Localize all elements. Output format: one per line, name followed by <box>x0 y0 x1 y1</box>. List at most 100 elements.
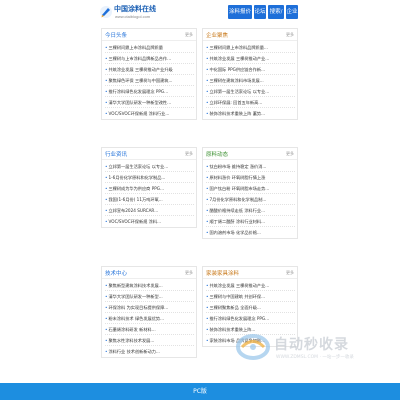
news-item[interactable]: •中化国际 PPG供应链合作新... <box>206 64 295 75</box>
news-item[interactable]: •原材料涨价 环氧树脂行情上涨 <box>206 172 295 183</box>
news-title: 立邦环保展: 回首五年新高... <box>209 100 263 105</box>
panel-title: 技术中心 <box>105 271 128 277</box>
news-list: •三棵树问鼎上市涂料品牌质量 •三棵树与上市涂料品牌新品合作... •共筑涂业发… <box>102 41 196 119</box>
news-item[interactable]: •推行涂料绿色化发展理念 PPG... <box>206 313 295 324</box>
news-item[interactable]: •国内溶剂市场 化学品价格... <box>206 227 295 238</box>
news-title: 推行涂料绿色化发展理念 PPG... <box>108 89 169 94</box>
news-title: VOC/SVOC环保新规 涂料... <box>108 219 162 224</box>
news-title: 粉末涂料技术 绿色发展优势... <box>108 316 165 321</box>
news-item[interactable]: •三棵树问鼎上市涂料品牌质量 <box>105 42 194 53</box>
watermark-subtitle: WWW.ZDMSL.COM · 一站一步一收录 <box>276 355 354 360</box>
news-title: 顺丁烯二酸酐 涂料行业材料... <box>209 219 266 224</box>
news-title: 清华大学团队研发一种新型... <box>108 294 163 299</box>
news-list: •立邦第一届生活家论坛 以专业... •1-6月份化学原料和化学制品... •三… <box>102 160 196 227</box>
news-item[interactable]: •聚焦绿色环保 三棵树与中国建筑... <box>105 75 194 86</box>
more-link[interactable]: 更多 <box>185 151 193 157</box>
news-title: VOC/SVOC环保新规 涂料行业... <box>108 111 170 116</box>
news-title: 立邦宣布2024 SURCAR... <box>108 208 159 213</box>
news-item[interactable]: •三棵树与中国建筑 共创环保... <box>206 291 295 302</box>
news-title: 国内溶剂市场 化学品价格... <box>209 230 261 235</box>
news-item[interactable]: •立邦第一届生活家论坛 以专业... <box>206 86 295 97</box>
panel-title: 行业资讯 <box>105 152 128 158</box>
news-item[interactable]: •三棵树与上市涂料品牌新品合作... <box>105 53 194 64</box>
logo-title: 中国涂料在线 <box>114 5 156 13</box>
more-link[interactable]: 更多 <box>185 270 193 276</box>
news-title: 钛白粉市场 维持稳定 涨价消... <box>209 164 267 169</box>
news-title: 7月份化学原料和化学制品制... <box>209 197 267 202</box>
news-title: 立邦第一届生活家论坛 以专业... <box>209 89 270 94</box>
news-item[interactable]: •清华大学团队研发一种新型... <box>105 291 194 302</box>
panel-title: 今日头条 <box>105 33 128 39</box>
news-item[interactable]: •三棵树聚焦新品 全面升级... <box>206 302 295 313</box>
news-item[interactable]: •立邦第一届生活家论坛 以专业... <box>105 161 194 172</box>
pc-version-link[interactable]: PC版 <box>0 383 400 400</box>
news-item[interactable]: •涂料行业 技术创新新动力... <box>105 346 194 357</box>
news-title: 聚焦新型建筑涂料技术发展... <box>108 283 163 288</box>
more-link[interactable]: 更多 <box>286 270 294 276</box>
news-title: 三棵树与上市涂料品牌新品合作... <box>108 56 172 61</box>
site-header: 中国涂料在线 www.ctaiblogol.com 涂料报价 论坛 搜索/注册 … <box>0 0 400 29</box>
news-title: 涂料行业 技术创新新动力... <box>108 349 160 354</box>
news-item[interactable]: •醋酸价格持续走低 涂料行业... <box>206 205 295 216</box>
news-item[interactable]: •钛白粉市场 维持稳定 涨价消... <box>206 161 295 172</box>
news-item[interactable]: •我国(1-6月份) 11万吨环氧... <box>105 194 194 205</box>
paint-brush-logo-icon <box>100 6 112 18</box>
news-title: 聚焦水性涂料技术发展... <box>108 338 155 343</box>
news-item[interactable]: •共筑涂业发展 三棵树推动产业升级 <box>105 64 194 75</box>
logo-url: www.ctaiblogol.com <box>115 14 151 19</box>
news-item[interactable]: •国产钛白粉 环氧树脂市场走势... <box>206 183 295 194</box>
panel-header: 行业资讯 更多 <box>102 148 196 160</box>
news-item[interactable]: •清华大学团队研发一种新型改性... <box>105 97 194 108</box>
news-item[interactable]: •顺丁烯二酸酐 涂料行业材料... <box>206 216 295 227</box>
news-item[interactable]: •装饰涂料技术重装上阵 蓄势... <box>206 108 295 119</box>
nav-forum-button[interactable]: 论坛 <box>254 5 266 19</box>
more-link[interactable]: 更多 <box>286 32 294 38</box>
news-title: 推行涂料绿色化发展理念 PPG... <box>209 316 270 321</box>
news-title: 三棵树在建筑涂料市场发展... <box>209 78 264 83</box>
more-link[interactable]: 更多 <box>185 32 193 38</box>
news-item[interactable]: •立邦环保展: 回首五年新高... <box>206 97 295 108</box>
news-item[interactable]: •VOC/SVOC环保新规 涂料... <box>105 216 194 227</box>
news-item[interactable]: •聚焦新型建筑涂料技术发展... <box>105 280 194 291</box>
news-item[interactable]: •聚焦水性涂料技术发展... <box>105 335 194 346</box>
news-title: 国产钛白粉 环氧树脂市场走势... <box>209 186 270 191</box>
news-title: 聚焦绿色环保 三棵树与中国建筑... <box>108 78 173 83</box>
news-item[interactable]: •石墨烯涂料研发 新材料... <box>105 324 194 335</box>
news-title: 装饰涂料技术重装上阵 蓄势... <box>209 111 266 116</box>
auto-index-logo-icon <box>236 334 270 360</box>
news-item[interactable]: •7月份化学原料和化学制品制... <box>206 194 295 205</box>
panel-header: 今日头条 更多 <box>102 29 196 41</box>
nav-company-button[interactable]: 企业 <box>286 5 298 19</box>
news-item[interactable]: •粉末涂料技术 绿色发展优势... <box>105 313 194 324</box>
news-item[interactable]: •1-6月份化学原料和化学制品... <box>105 172 194 183</box>
more-link[interactable]: 更多 <box>286 151 294 157</box>
news-title: 共筑涂业发展 三棵树推动产业... <box>209 283 270 288</box>
news-title: 清华大学团队研发一种新型改性... <box>108 100 172 105</box>
nav-search-button[interactable]: 搜索/注册 <box>268 5 284 29</box>
panel-title: 企业聚焦 <box>206 33 229 39</box>
nav-quotes-button[interactable]: 涂料报价 <box>228 5 252 19</box>
panel-header: 家装家具涂料 更多 <box>203 267 297 279</box>
news-title: 三棵树问鼎上市涂料品牌质量... <box>209 45 268 50</box>
news-title: 中化国际 PPG供应链合作新... <box>209 67 265 72</box>
site-logo[interactable]: 中国涂料在线 www.ctaiblogol.com <box>99 3 161 23</box>
news-list: •钛白粉市场 维持稳定 涨价消... •原材料涨价 环氧树脂行情上涨 •国产钛白… <box>203 160 297 238</box>
news-title: 三棵树聚焦新品 全面升级... <box>209 305 261 310</box>
news-item[interactable]: •立邦宣布2024 SURCAR... <box>105 205 194 216</box>
news-title: 三棵树问鼎上市涂料品牌质量 <box>108 45 163 50</box>
news-item[interactable]: •三棵树成为华为供应商 PPG... <box>105 183 194 194</box>
news-item[interactable]: •环保涂料 为实现目标提供保障... <box>105 302 194 313</box>
news-item[interactable]: •三棵树在建筑涂料市场发展... <box>206 75 295 86</box>
panel-company-focus: 企业聚焦 更多 •三棵树问鼎上市涂料品牌质量... •共筑涂业发展 三棵树推动产… <box>202 28 298 120</box>
news-title: 三棵树成为华为供应商 PPG... <box>108 186 164 191</box>
news-title: 石墨烯涂料研发 新材料... <box>108 327 156 332</box>
news-list: •聚焦新型建筑涂料技术发展... •清华大学团队研发一种新型... •环保涂料 … <box>102 279 196 357</box>
news-item[interactable]: •共筑涂业发展 三棵树推动产业... <box>206 53 295 64</box>
news-item[interactable]: •三棵树问鼎上市涂料品牌质量... <box>206 42 295 53</box>
watermark-title: 自动秒收录 <box>274 337 349 353</box>
news-item[interactable]: •共筑涂业发展 三棵树推动产业... <box>206 280 295 291</box>
panel-industry-news: 行业资讯 更多 •立邦第一届生活家论坛 以专业... •1-6月份化学原料和化学… <box>101 147 197 228</box>
news-item[interactable]: •VOC/SVOC环保新规 涂料行业... <box>105 108 194 119</box>
panel-title: 家装家具涂料 <box>206 271 240 277</box>
news-item[interactable]: •推行涂料绿色化发展理念 PPG... <box>105 86 194 97</box>
